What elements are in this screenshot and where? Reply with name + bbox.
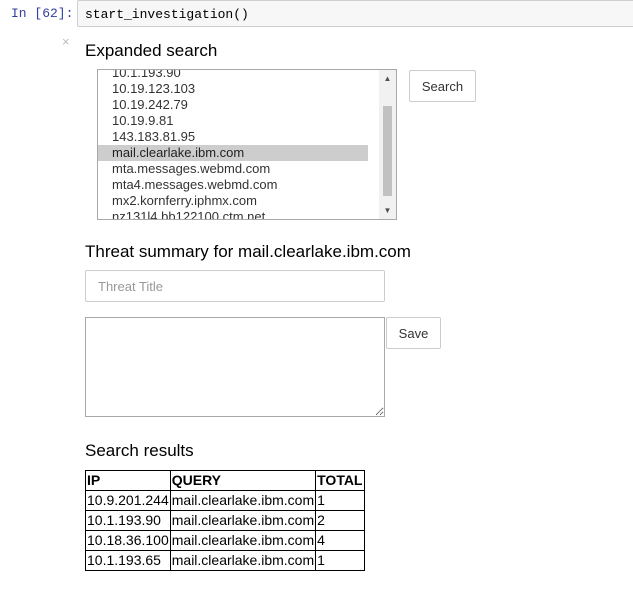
cell-total: 1 xyxy=(315,550,365,571)
cell-prompt: In [62]: xyxy=(11,6,74,21)
search-button[interactable]: Search xyxy=(409,70,476,102)
listbox-option[interactable]: 143.183.81.95 xyxy=(98,129,368,145)
cell-ip: 10.1.193.65 xyxy=(85,550,171,571)
cell-total: 1 xyxy=(315,490,365,511)
listbox-scrollbar[interactable]: ▲ ▼ xyxy=(379,70,396,219)
cell-ip: 10.9.201.244 xyxy=(85,490,171,511)
column-header-query: QUERY xyxy=(169,470,317,491)
scroll-up-arrow-icon[interactable]: ▲ xyxy=(379,70,396,87)
table-row: 10.18.36.100 mail.clearlake.ibm.com 4 xyxy=(85,530,365,551)
table-row: 10.1.193.65 mail.clearlake.ibm.com 1 xyxy=(85,550,365,571)
scrollbar-thumb[interactable] xyxy=(383,106,392,196)
save-button[interactable]: Save xyxy=(386,317,441,349)
cell-query: mail.clearlake.ibm.com xyxy=(169,510,317,531)
listbox-option[interactable]: mta4.messages.webmd.com xyxy=(98,177,368,193)
listbox-option[interactable]: 10.19.9.81 xyxy=(98,113,368,129)
listbox-option[interactable]: nz131l4.bb122100.ctm.net xyxy=(98,209,368,219)
table-row: 10.1.193.90 mail.clearlake.ibm.com 2 xyxy=(85,510,365,531)
threat-summary-heading: Threat summary for mail.clearlake.ibm.co… xyxy=(85,242,411,261)
cell-ip: 10.1.193.90 xyxy=(85,510,171,531)
listbox-option[interactable]: 10.19.242.79 xyxy=(98,97,368,113)
cell-ip: 10.18.36.100 xyxy=(85,530,171,551)
expanded-search-heading: Expanded search xyxy=(85,41,218,60)
code-cell-input[interactable]: start_investigation() xyxy=(77,0,633,27)
listbox-option[interactable]: mail.clearlake.ibm.com xyxy=(98,145,368,161)
listbox-option[interactable]: mx2.kornferry.iphmx.com xyxy=(98,193,368,209)
cell-query: mail.clearlake.ibm.com xyxy=(169,550,317,571)
cell-query: mail.clearlake.ibm.com xyxy=(169,530,317,551)
column-header-total: TOTAL xyxy=(315,470,365,491)
search-results-heading: Search results xyxy=(85,441,194,460)
table-row: 10.9.201.244 mail.clearlake.ibm.com 1 xyxy=(85,490,365,511)
listbox-options: 10.1.193.90 10.19.123.103 10.19.242.79 10.1… xyxy=(98,70,380,219)
scroll-down-arrow-icon[interactable]: ▼ xyxy=(379,202,396,219)
cell-query: mail.clearlake.ibm.com xyxy=(169,490,317,511)
column-header-ip: IP xyxy=(85,470,171,491)
expanded-search-listbox[interactable]: 10.1.193.90 10.19.123.103 10.19.242.79 10.1… xyxy=(97,69,397,220)
listbox-option[interactable]: mta.messages.webmd.com xyxy=(98,161,368,177)
listbox-option[interactable]: 10.1.193.90 xyxy=(98,70,368,81)
close-widget-icon[interactable]: × xyxy=(62,34,70,49)
threat-title-input[interactable] xyxy=(85,270,385,302)
cell-total: 2 xyxy=(315,510,365,531)
search-results-table: IP QUERY TOTAL 10.9.201.244 mail.clearla… xyxy=(85,470,365,571)
listbox-option[interactable]: 10.19.123.103 xyxy=(98,81,368,97)
cell-total: 4 xyxy=(315,530,365,551)
table-header-row: IP QUERY TOTAL xyxy=(85,470,365,491)
threat-summary-textarea[interactable] xyxy=(85,317,385,417)
